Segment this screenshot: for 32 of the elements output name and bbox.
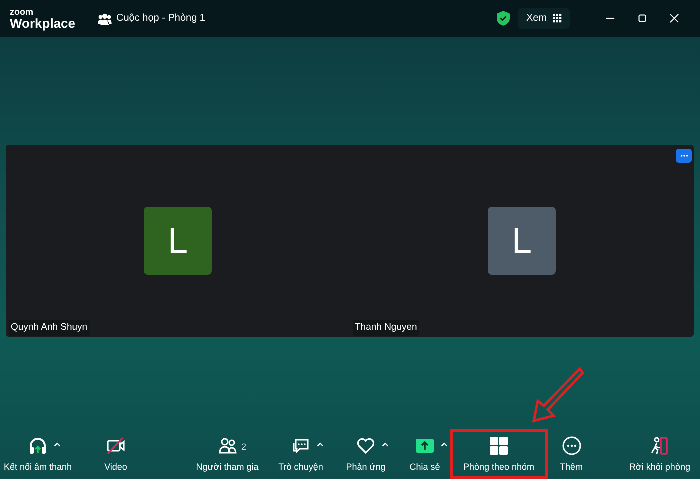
toolbar-button[interactable]: Thêm [548,429,595,479]
toolbar-button[interactable]: Người tham gia 2 [185,429,270,479]
people-icon [98,12,112,24]
logo-wordmark: Workplace [10,16,76,30]
toolbar-button[interactable]: Chia sẻ [400,429,450,479]
more-icon [680,154,688,158]
participant-name: Thanh Nguyen [353,320,420,336]
more-options-button[interactable] [676,149,692,163]
toolbar-button[interactable]: Video [76,429,156,479]
headphones-icon [28,436,48,456]
participant-count: 2 [242,441,247,454]
avatar: L [144,207,212,275]
heart-icon [356,436,376,456]
close-icon [668,12,680,25]
grid-icon [489,436,509,456]
avatar: L [488,207,556,275]
more-icon [562,436,582,456]
view-button[interactable]: Xem [518,8,570,29]
toolbar-button[interactable]: Rời khỏi phòng [620,429,700,479]
annotation-arrow [530,366,584,424]
exit-icon [650,436,670,456]
logo-wordmark: zoom [10,8,34,16]
toolbar-button[interactable]: Phản ứng [332,429,400,479]
toolbar-button[interactable]: Phòng theo nhóm [450,429,548,479]
people-icon [218,436,238,456]
meeting-title: Cuộc họp - Phòng 1 [116,12,206,26]
shield-icon [497,11,510,26]
toolbar-button[interactable]: Kết nối âm thanh [0,429,76,479]
participant-name: Quynh Anh Shuyn [9,320,90,336]
toolbar-button[interactable]: Trò chuyện [270,429,332,479]
grid-icon [553,14,562,23]
maximize-icon [636,12,648,25]
